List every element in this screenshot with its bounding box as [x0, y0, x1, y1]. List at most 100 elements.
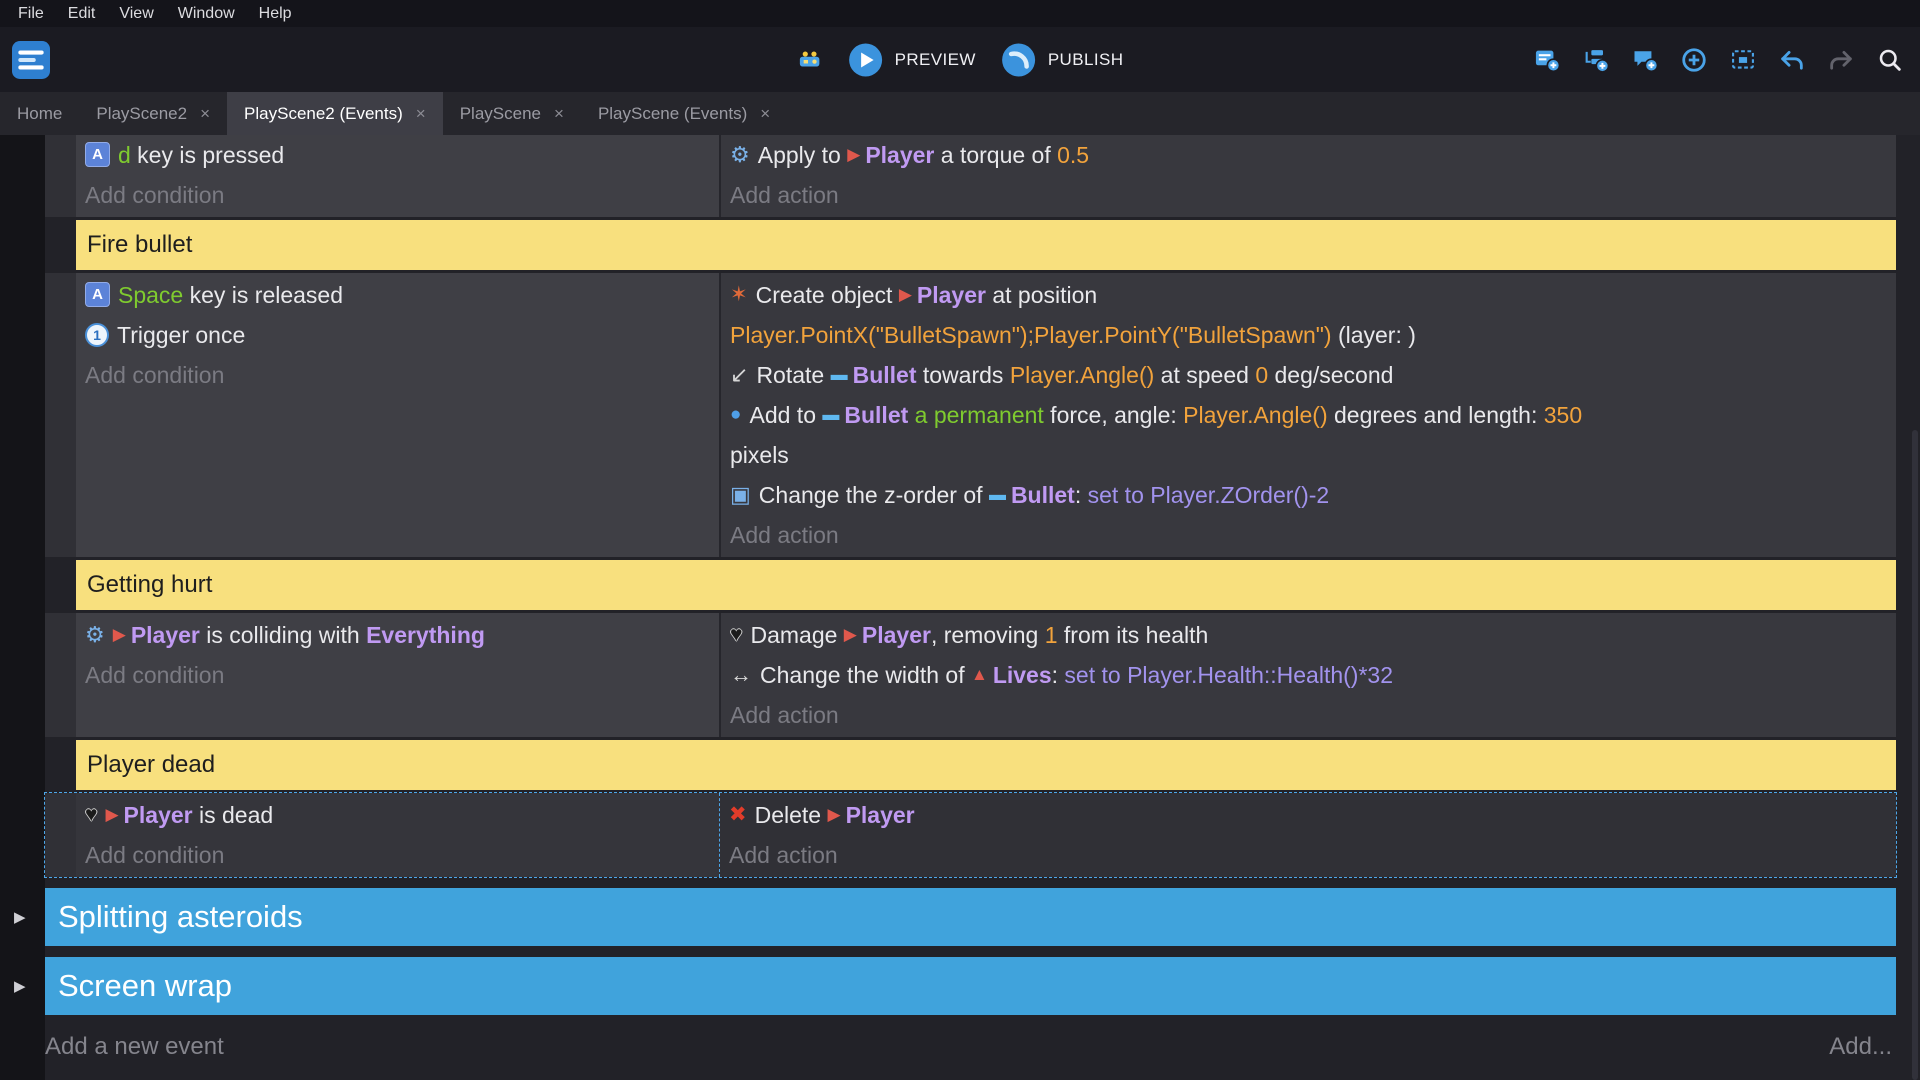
add-comment-icon[interactable]	[1631, 46, 1659, 74]
group-event[interactable]: ▶Screen wrap	[45, 957, 1896, 1015]
gdevelop-logo-icon[interactable]	[12, 41, 50, 79]
publish-button[interactable]: PUBLISH	[1000, 41, 1124, 79]
text-segment: at speed	[1154, 362, 1255, 388]
action[interactable]: ✶Create object ▶Player at position Playe…	[730, 275, 1896, 355]
text-segment: Everything	[366, 622, 485, 648]
event-drag-handle[interactable]	[45, 793, 76, 877]
add-condition-button[interactable]: Add condition	[85, 175, 719, 215]
text-segment: force, angle:	[1044, 402, 1183, 428]
add-condition-button[interactable]: Add condition	[85, 355, 719, 395]
search-icon[interactable]	[1876, 46, 1904, 74]
text-segment: Player.Health::Health()*32	[1127, 662, 1393, 688]
event[interactable]: ⚙▶Player is colliding with EverythingAdd…	[45, 613, 1896, 737]
tab-playscene2[interactable]: PlayScene2×	[79, 92, 227, 135]
text-segment: , removing	[931, 622, 1045, 648]
action[interactable]: ✖Delete ▶Player	[729, 795, 1896, 835]
collapse-arrow-icon[interactable]: ▶	[14, 977, 26, 995]
bullet-object-icon: ▬	[989, 475, 1006, 515]
add-new-event-button[interactable]: Add a new event	[45, 1033, 224, 1061]
text-segment: 0	[1255, 362, 1268, 388]
add-more-button[interactable]: Add...	[1829, 1033, 1892, 1061]
comment-event[interactable]: Player dead	[76, 740, 1896, 790]
close-tab-icon[interactable]: ×	[554, 104, 564, 124]
add-sub-event-icon[interactable]	[1582, 46, 1610, 74]
collapse-arrow-icon[interactable]: ▶	[14, 908, 26, 926]
text-segment: Change the z-order of	[759, 482, 989, 508]
action[interactable]: ●Add to ▬Bullet a permanent force, angle…	[730, 395, 1896, 475]
add-condition-button[interactable]: Add condition	[85, 655, 719, 695]
action[interactable]: ▣Change the z-order of ▬Bullet: set to P…	[730, 475, 1896, 515]
action[interactable]: ♥Damage ▶Player, removing 1 from its hea…	[730, 615, 1896, 655]
add-event-icon[interactable]	[1533, 46, 1561, 74]
debugger-icon[interactable]	[797, 47, 823, 73]
condition[interactable]: Ad key is pressed	[85, 135, 719, 175]
comment-text: Fire bullet	[87, 231, 192, 259]
text-segment: Bullet	[853, 362, 917, 388]
action[interactable]: ⚙Apply to ▶Player a torque of 0.5	[730, 135, 1896, 175]
trigger-once-icon: 1	[85, 323, 109, 347]
text-segment: Bullet	[1011, 482, 1075, 508]
heart-icon: ♥	[730, 615, 742, 655]
add-action-button[interactable]: Add action	[730, 515, 1896, 555]
text-segment: Player	[131, 622, 200, 648]
redo-icon[interactable]	[1827, 46, 1855, 74]
text-segment: deg/second	[1268, 362, 1393, 388]
comment-event[interactable]: Fire bullet	[76, 220, 1896, 270]
player-object-icon: ▶	[844, 615, 857, 655]
vertical-scrollbar[interactable]	[1912, 430, 1918, 1080]
menu-window[interactable]: Window	[166, 0, 247, 27]
text-segment: set to	[1064, 662, 1120, 688]
text-segment: Rotate	[756, 362, 830, 388]
conditions-column: ⚙▶Player is colliding with EverythingAdd…	[76, 613, 719, 737]
conditions-column: ♥▶Player is deadAdd condition	[76, 793, 719, 877]
tab-playscene[interactable]: PlayScene×	[443, 92, 581, 135]
close-tab-icon[interactable]: ×	[760, 104, 770, 124]
add-condition-button[interactable]: Add condition	[85, 835, 719, 875]
condition[interactable]: ⚙▶Player is colliding with Everything	[85, 615, 719, 655]
conditions-column: Ad key is pressedAdd condition	[76, 135, 719, 217]
keyboard-icon: A	[85, 282, 110, 307]
text-segment: Bullet	[844, 402, 908, 428]
menu-edit[interactable]: Edit	[56, 0, 108, 27]
event[interactable]: ASpace key is released1Trigger onceAdd c…	[45, 273, 1896, 557]
menu-bar: FileEditViewWindowHelp	[0, 0, 1920, 27]
lives-object-icon: ▲	[971, 655, 988, 695]
force-icon: ●	[730, 395, 741, 435]
event-drag-handle[interactable]	[45, 135, 76, 217]
event-drag-handle[interactable]	[45, 273, 76, 557]
actions-column: ✶Create object ▶Player at position Playe…	[719, 273, 1896, 557]
event[interactable]: Ad key is pressedAdd condition ⚙Apply to …	[45, 135, 1896, 217]
undo-icon[interactable]	[1778, 46, 1806, 74]
select-instructions-icon[interactable]	[1729, 46, 1757, 74]
heart-icon: ♥	[85, 795, 97, 835]
add-action-button[interactable]: Add action	[729, 835, 1896, 875]
event[interactable]: ♥▶Player is deadAdd condition✖Delete ▶Pl…	[45, 793, 1896, 877]
text-segment: :	[1052, 662, 1065, 688]
event-drag-handle[interactable]	[45, 613, 76, 737]
text-segment: towards	[916, 362, 1009, 388]
tab-home[interactable]: Home	[0, 92, 79, 135]
action[interactable]: ↔Change the width of ▲Lives: set to Play…	[730, 655, 1896, 695]
condition[interactable]: 1Trigger once	[85, 315, 719, 355]
keyboard-icon: A	[85, 142, 110, 167]
action[interactable]: ↙Rotate ▬Bullet towards Player.Angle() a…	[730, 355, 1896, 395]
player-object-icon: ▶	[847, 135, 860, 175]
comment-text: Getting hurt	[87, 571, 212, 599]
condition[interactable]: ASpace key is released	[85, 275, 719, 315]
add-action-button[interactable]: Add action	[730, 175, 1896, 215]
preview-button[interactable]: PREVIEW	[847, 41, 976, 79]
publish-label: PUBLISH	[1048, 50, 1124, 70]
group-event[interactable]: ▶Splitting asteroids	[45, 888, 1896, 946]
add-new-icon[interactable]	[1680, 46, 1708, 74]
menu-help[interactable]: Help	[247, 0, 304, 27]
menu-file[interactable]: File	[6, 0, 56, 27]
condition[interactable]: ♥▶Player is dead	[85, 795, 719, 835]
tab-playscene-events[interactable]: PlayScene (Events)×	[581, 92, 787, 135]
add-action-button[interactable]: Add action	[730, 695, 1896, 735]
comment-event[interactable]: Getting hurt	[76, 560, 1896, 610]
events-list: Ad key is pressedAdd condition⚙Apply to …	[0, 135, 1920, 1015]
close-tab-icon[interactable]: ×	[416, 104, 426, 124]
close-tab-icon[interactable]: ×	[200, 104, 210, 124]
menu-view[interactable]: View	[107, 0, 165, 27]
tab-playscene2-events[interactable]: PlayScene2 (Events)×	[227, 92, 443, 135]
